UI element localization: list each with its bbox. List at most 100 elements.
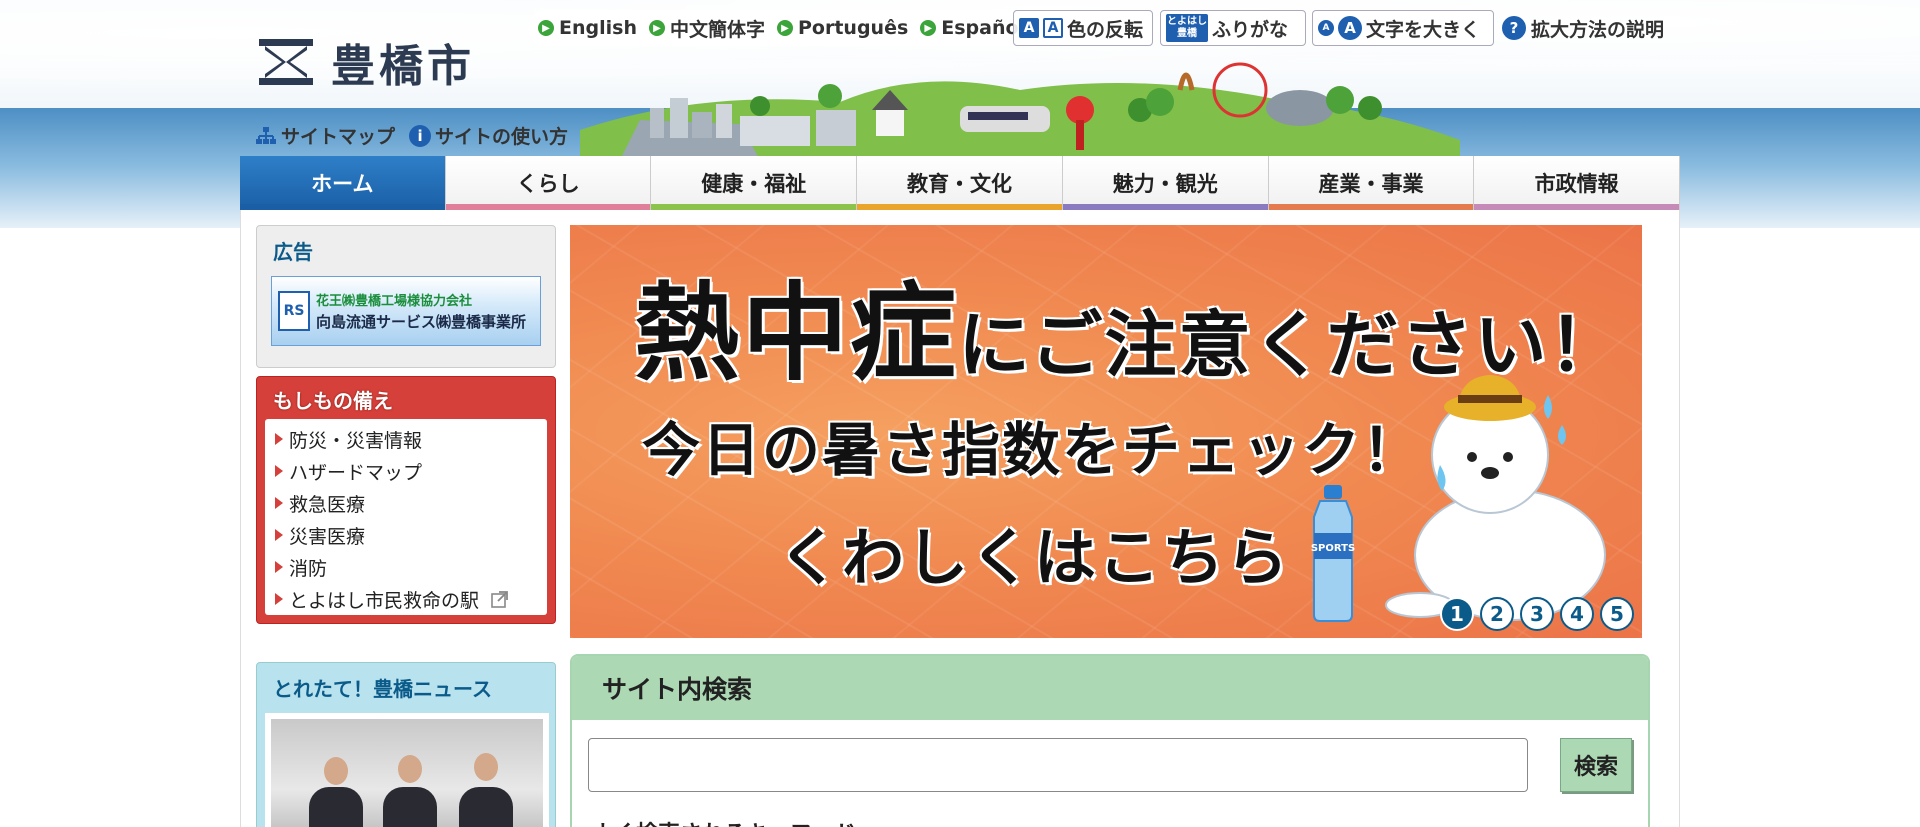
lang-chinese[interactable]: ▶ 中文簡体字 — [648, 15, 765, 42]
city-logo[interactable]: 豊橋市 — [255, 30, 475, 94]
letter-a-icon: A — [1019, 18, 1039, 38]
nav-health-welfare[interactable]: 健康・福祉 — [651, 156, 858, 210]
sub-links: サイトマップ i サイトの使い方 — [255, 122, 568, 149]
list-item[interactable]: 災害医療 — [275, 519, 537, 551]
chevron-right-icon: ▶ — [648, 20, 665, 36]
lang-portuguese[interactable]: ▶ Português — [776, 17, 909, 39]
carousel-pagination: 1 2 3 4 5 — [1440, 597, 1634, 631]
how-to-use-link[interactable]: i サイトの使い方 — [409, 122, 568, 149]
text-large-label: 文字を大きく — [1366, 18, 1481, 41]
chevron-right-icon: ▶ — [920, 20, 937, 36]
page-dot[interactable]: 5 — [1600, 597, 1634, 631]
ad-box: 広告 RS 花王㈱豊橋工場様協力会社 向島流通サービス㈱豊橋事業所 — [256, 225, 556, 368]
page-dot[interactable]: 3 — [1520, 597, 1554, 631]
disaster-links: 防災・災害情報 ハザードマップ 救急医療 災害医療 消防 とよはし市民救命の駅 — [265, 419, 547, 615]
search-input[interactable] — [588, 738, 1528, 792]
link-label: ハザードマップ — [289, 461, 423, 484]
zoom-help-label: 拡大方法の説明 — [1531, 18, 1665, 41]
list-item[interactable]: 救急医療 — [275, 487, 537, 519]
arrow-right-icon — [275, 529, 283, 541]
nav-label: 産業・事業 — [1318, 172, 1424, 196]
global-nav: ホーム くらし 健康・福祉 教育・文化 魅力・観光 産業・事業 市政情報 — [240, 156, 1681, 210]
furigana-badge-line1: とよはし — [1167, 16, 1207, 27]
site-search-box: サイト内検索 検索 よく検索されるキーワード — [570, 654, 1650, 827]
sitemap-link[interactable]: サイトマップ — [255, 122, 395, 149]
list-item[interactable]: ハザードマップ — [275, 455, 537, 487]
how-to-use-label: サイトの使い方 — [435, 126, 569, 148]
nav-city-info[interactable]: 市政情報 — [1474, 156, 1681, 210]
news-title: とれたて！豊橋ニュース — [273, 677, 492, 701]
color-invert-button[interactable]: AA 色の反転 — [1013, 10, 1153, 46]
language-selector: ▶ English ▶ 中文簡体字 ▶ Português ▶ Español — [528, 10, 1036, 46]
list-item[interactable]: 防災・災害情報 — [275, 423, 537, 455]
lang-english[interactable]: ▶ English — [538, 17, 637, 39]
ad-line2: 向島流通サービス㈱豊橋事業所 — [316, 313, 527, 331]
list-item[interactable]: 消防 — [275, 551, 537, 583]
ad-line1: 花王㈱豊橋工場様協力会社 — [316, 294, 473, 309]
city-emblem-icon — [259, 39, 313, 85]
page-dot[interactable]: 2 — [1480, 597, 1514, 631]
search-button[interactable]: 検索 — [1560, 738, 1632, 792]
nav-tourism[interactable]: 魅力・観光 — [1062, 156, 1269, 210]
info-icon: i — [409, 124, 432, 147]
nav-label: 市政情報 — [1534, 172, 1619, 196]
small-a-icon: A — [1318, 20, 1334, 36]
link-label: 救急医療 — [289, 493, 366, 516]
arrow-right-icon — [275, 593, 283, 605]
sitemap-label: サイトマップ — [281, 126, 396, 148]
logo-text: 豊橋市 — [331, 41, 475, 92]
nav-home[interactable]: ホーム — [240, 156, 446, 210]
chevron-right-icon: ▶ — [538, 20, 554, 36]
ad-company-logo: RS — [278, 291, 310, 331]
person-head — [324, 757, 348, 785]
person-figure — [383, 787, 437, 827]
arrow-right-icon — [275, 465, 283, 477]
nav-label: 教育・文化 — [907, 172, 1013, 196]
letter-a-outline-icon: A — [1043, 18, 1063, 38]
banner-headline-big: 熱中症 — [634, 272, 958, 395]
nav-label: ホーム — [311, 172, 374, 196]
furigana-label: ふりがな — [1212, 18, 1289, 41]
person-head — [398, 755, 422, 783]
lang-spanish[interactable]: ▶ Español — [920, 17, 1025, 39]
banner-subline: 今日の暑さ指数をチェック！ — [642, 416, 1423, 484]
color-invert-label: 色の反転 — [1067, 18, 1144, 41]
heatstroke-banner[interactable]: 熱中症にご注意ください！ 今日の暑さ指数をチェック！ くわしくはこちら SPOR… — [570, 225, 1642, 638]
nav-education-culture[interactable]: 教育・文化 — [857, 156, 1063, 210]
banner-cta: くわしくはこちら — [778, 521, 1291, 594]
disaster-title: もしもの備え — [273, 389, 393, 413]
link-label: とよはし市民救命の駅 — [289, 589, 480, 612]
furigana-badge-icon: とよはし 豊橋 — [1166, 14, 1208, 42]
city-scenery-illustration — [580, 62, 1460, 160]
search-title: サイト内検索 — [572, 656, 1648, 720]
ad-banner[interactable]: RS 花王㈱豊橋工場様協力会社 向島流通サービス㈱豊橋事業所 — [271, 276, 541, 346]
chevron-right-icon: ▶ — [776, 20, 793, 36]
lang-label: 中文簡体字 — [669, 18, 765, 41]
nav-label: 魅力・観光 — [1112, 172, 1218, 196]
nav-label: 健康・福祉 — [701, 172, 807, 196]
link-label: 消防 — [289, 557, 328, 580]
water-bottle-icon: SPORTS — [1311, 485, 1355, 622]
text-large-button[interactable]: AA 文字を大きく — [1312, 10, 1494, 46]
popular-keywords-title: よく検索されるキーワード — [592, 816, 856, 827]
news-image — [271, 719, 543, 827]
page-dot[interactable]: 1 — [1440, 597, 1474, 631]
person-figure — [309, 787, 363, 827]
lang-label: English — [559, 17, 637, 39]
zoom-help-link[interactable]: ? 拡大方法の説明 — [1502, 10, 1664, 46]
arrow-right-icon — [275, 433, 283, 445]
link-label: 防災・災害情報 — [289, 429, 423, 452]
question-icon: ? — [1502, 16, 1526, 40]
disaster-prep-box: もしもの備え 防災・災害情報 ハザードマップ 救急医療 災害医療 消防 とよはし… — [256, 376, 556, 624]
page-dot[interactable]: 4 — [1560, 597, 1594, 631]
person-head — [474, 753, 498, 781]
sitemap-icon — [256, 126, 276, 144]
list-item[interactable]: とよはし市民救命の駅 — [275, 583, 537, 615]
furigana-button[interactable]: とよはし 豊橋 ふりがな — [1160, 10, 1306, 46]
nav-living[interactable]: くらし — [445, 156, 652, 210]
news-photo[interactable] — [265, 713, 549, 827]
arrow-right-icon — [275, 497, 283, 509]
news-box: とれたて！豊橋ニュース — [256, 662, 556, 827]
lang-label: Português — [797, 17, 909, 39]
nav-industry[interactable]: 産業・事業 — [1268, 156, 1475, 210]
